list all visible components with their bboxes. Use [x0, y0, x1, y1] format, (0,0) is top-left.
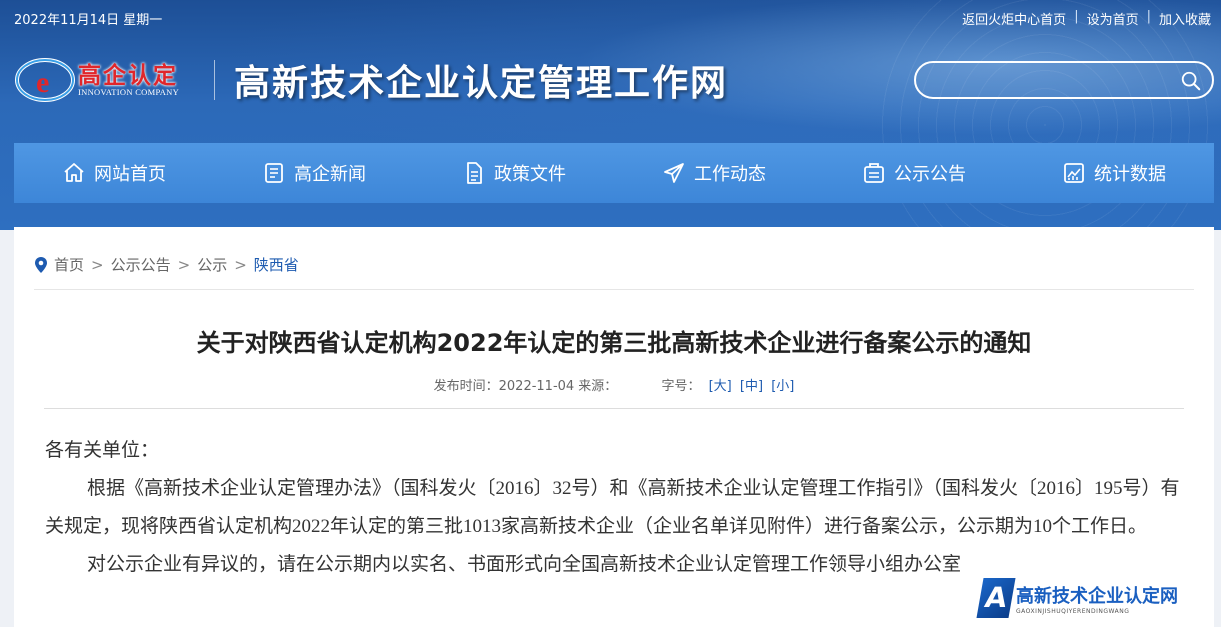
salutation: 各有关单位： — [45, 440, 160, 461]
site-title: 高新技术企业认定管理工作网 — [234, 63, 729, 103]
set-homepage-link[interactable]: 设为首页 — [1087, 9, 1139, 28]
nav-item-news[interactable]: 高企新闻 — [214, 143, 414, 203]
nav-label: 工作动态 — [694, 164, 766, 185]
back-home-link[interactable]: 返回火炬中心首页 — [962, 9, 1066, 28]
nav-item-policy[interactable]: 政策文件 — [414, 143, 614, 203]
breadcrumb-notices[interactable]: 公示公告 — [111, 254, 171, 275]
document-icon — [467, 162, 482, 184]
nav-label: 公示公告 — [894, 164, 966, 185]
breadcrumb-separator: > — [234, 255, 247, 274]
logo-name: 高企认定 — [78, 63, 178, 89]
chart-icon — [1064, 163, 1084, 183]
watermark-logo-icon: A — [976, 578, 1016, 618]
top-bar: 2022年11月14日 星期一 返回火炬中心首页 | 设为首页 | 加入收藏 — [0, 0, 1221, 34]
search-icon[interactable] — [1180, 70, 1202, 92]
article-meta: 发布时间：2022-11-04 来源： 字号： [大] [中] [小] — [14, 375, 1214, 394]
nav-label: 统计数据 — [1094, 164, 1166, 185]
top-links: 返回火炬中心首页 | 设为首页 | 加入收藏 — [962, 9, 1211, 28]
divider — [34, 289, 1194, 290]
search-box — [914, 61, 1214, 99]
nav-label: 高企新闻 — [294, 164, 366, 185]
link-separator: | — [1146, 9, 1151, 24]
divider — [44, 408, 1184, 409]
watermark-title: 高新技术企业认定网 — [1016, 586, 1178, 607]
search-input[interactable] — [930, 69, 1174, 93]
font-small-button[interactable]: [小] — [771, 379, 794, 394]
article-title: 关于对陕西省认定机构2022年认定的第三批高新技术企业进行备案公示的通知 — [196, 329, 1032, 357]
publish-info: 发布时间：2022-11-04 来源： — [433, 379, 618, 394]
location-pin-icon — [35, 256, 47, 273]
nav-item-stats[interactable]: 统计数据 — [1014, 143, 1214, 203]
article-body: 各有关单位： 根据《高新技术企业认定管理办法》（国科发火〔2016〕32号）和《… — [45, 432, 1185, 584]
breadcrumb: 首页 > 公示公告 > 公示 > 陕西省 — [34, 254, 299, 275]
font-size-label: 字号： — [661, 379, 701, 394]
watermark: A 高新技术企业认定网 GAOXINJISHUQIYERENDINGWANG — [976, 578, 1216, 624]
font-large-button[interactable]: [大] — [709, 379, 732, 394]
add-favorite-link[interactable]: 加入收藏 — [1159, 9, 1211, 28]
current-date: 2022年11月14日 星期一 — [14, 13, 163, 28]
nav-item-home[interactable]: 网站首页 — [14, 143, 214, 203]
nav-label: 政策文件 — [494, 164, 566, 185]
news-icon — [265, 163, 283, 183]
breadcrumb-home[interactable]: 首页 — [54, 254, 84, 275]
breadcrumb-current[interactable]: 陕西省 — [254, 254, 299, 275]
home-icon — [64, 163, 84, 182]
font-medium-button[interactable]: [中] — [740, 379, 763, 394]
send-icon — [664, 163, 684, 183]
breadcrumb-separator: > — [177, 255, 191, 274]
nav-item-work[interactable]: 工作动态 — [614, 143, 814, 203]
link-separator: | — [1074, 9, 1079, 24]
header-banner: 2022年11月14日 星期一 返回火炬中心首页 | 设为首页 | 加入收藏 e… — [0, 0, 1221, 290]
site-logo[interactable]: e 高企认定 INNOVATION COMPANY — [14, 52, 198, 106]
logo-divider — [214, 60, 215, 100]
svg-text:e: e — [36, 66, 49, 99]
breadcrumb-separator: > — [91, 255, 104, 274]
logo-english: INNOVATION COMPANY — [78, 87, 180, 97]
main-nav: 网站首页 高企新闻 政策文件 工作动态 公示公告 统计数据 — [14, 143, 1214, 203]
paragraph: 根据《高新技术企业认定管理办法》（国科发火〔2016〕32号）和《高新技术企业认… — [45, 478, 1180, 537]
logo-ring-icon: e — [15, 58, 75, 102]
nav-item-notice[interactable]: 公示公告 — [814, 143, 1014, 203]
breadcrumb-public[interactable]: 公示 — [197, 254, 227, 275]
article-panel: 首页 > 公示公告 > 公示 > 陕西省 关于对陕西省认定机构2022年认定的第… — [14, 227, 1214, 627]
nav-label: 网站首页 — [94, 164, 166, 185]
watermark-subtitle: GAOXINJISHUQIYERENDINGWANG — [1016, 608, 1130, 615]
notice-icon — [864, 163, 884, 183]
